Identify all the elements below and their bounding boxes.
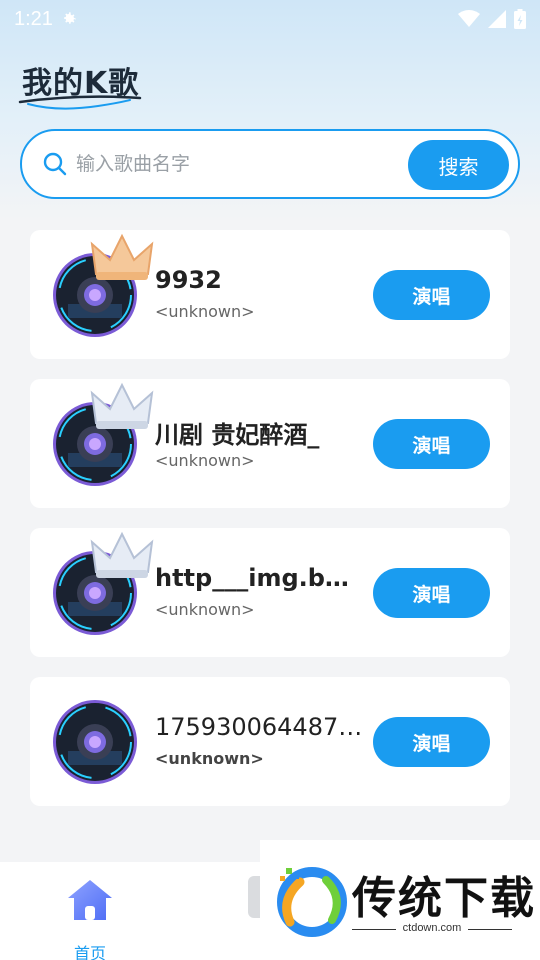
silver-crown-icon bbox=[90, 531, 154, 578]
song-title: 川剧 贵妃醉酒_ bbox=[155, 421, 320, 449]
search-button[interactable]: 搜索 bbox=[408, 140, 509, 190]
wifi-icon bbox=[458, 10, 480, 27]
song-artist: <unknown> bbox=[155, 749, 264, 768]
song-title: 9932 bbox=[155, 266, 222, 294]
gold-crown-icon bbox=[90, 233, 154, 280]
sing-button[interactable]: 演唱 bbox=[373, 568, 490, 618]
watermark-domain: ctdown.com bbox=[402, 922, 462, 934]
sing-button[interactable]: 演唱 bbox=[373, 717, 490, 767]
sing-button[interactable]: 演唱 bbox=[373, 270, 490, 320]
watermark-overlay: 传统下载 ctdown.com bbox=[260, 840, 540, 960]
silver-crown-icon bbox=[90, 382, 154, 429]
sing-button[interactable]: 演唱 bbox=[373, 419, 490, 469]
gear-icon bbox=[64, 12, 76, 24]
song-card[interactable]: 1759300644879-S... <unknown> 演唱 bbox=[30, 677, 510, 806]
song-artist: <unknown> bbox=[155, 600, 255, 619]
status-bar: 1:21 bbox=[0, 0, 540, 38]
watermark-divider bbox=[468, 929, 512, 930]
song-artist: <unknown> bbox=[155, 451, 255, 470]
title-underline-decoration bbox=[18, 95, 142, 110]
song-card[interactable]: http___img.baiz... <unknown> 演唱 bbox=[30, 528, 510, 657]
brand-logo-icon bbox=[277, 867, 347, 937]
song-title: 1759300644879-S... bbox=[155, 713, 365, 741]
cellular-signal-icon bbox=[488, 10, 506, 28]
search-bar: 搜索 bbox=[20, 129, 520, 199]
nav-home-label: 首页 bbox=[73, 944, 106, 960]
nav-item-home[interactable]: 首页 bbox=[60, 872, 120, 960]
status-icons bbox=[458, 9, 526, 29]
home-icon bbox=[68, 880, 112, 920]
song-artist: <unknown> bbox=[155, 302, 255, 321]
song-card[interactable]: 9932 <unknown> 演唱 bbox=[30, 230, 510, 359]
battery-icon bbox=[514, 9, 526, 29]
song-card[interactable]: 川剧 贵妃醉酒_ <unknown> 演唱 bbox=[30, 379, 510, 508]
vinyl-disc-icon bbox=[53, 700, 137, 784]
search-input[interactable] bbox=[76, 153, 376, 175]
status-time: 1:21 bbox=[14, 7, 53, 30]
search-icon bbox=[43, 152, 67, 176]
song-title: http___img.baiz... bbox=[155, 564, 365, 592]
watermark-brand: 传统下载 bbox=[352, 873, 536, 924]
